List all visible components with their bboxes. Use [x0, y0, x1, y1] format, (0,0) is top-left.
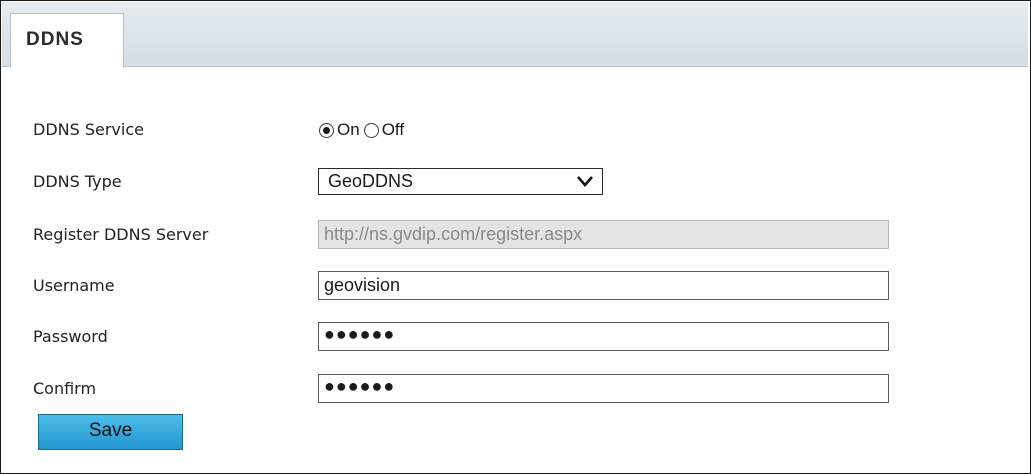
username-row: Username geovision [1, 271, 1030, 301]
ddns-settings-panel: DDNS DDNS Service On Off DDNS Type GeoDD… [0, 0, 1031, 474]
confirm-row: Confirm ●●●●●● [1, 374, 1030, 404]
ddns-service-off-label: Off [381, 120, 405, 139]
tab-bar: DDNS [2, 2, 1028, 68]
username-field[interactable]: geovision [318, 271, 889, 300]
radio-unchecked-icon[interactable] [363, 122, 379, 138]
save-button[interactable]: Save [38, 414, 183, 450]
radio-checked-icon[interactable] [319, 122, 334, 138]
chevron-down-icon[interactable] [576, 174, 594, 188]
ddns-service-off-option[interactable]: Off [363, 120, 405, 140]
tab-ddns[interactable]: DDNS [10, 13, 124, 68]
confirm-field[interactable]: ●●●●●● [318, 374, 889, 403]
ddns-service-label: DDNS Service [33, 120, 144, 139]
password-row: Password ●●●●●● [1, 322, 1030, 352]
username-label: Username [33, 276, 115, 295]
ddns-service-on-label: On [337, 120, 360, 139]
tab-ddns-label: DDNS [26, 29, 84, 50]
ddns-service-radio-group: On Off [319, 115, 404, 145]
register-server-row: Register DDNS Server http://ns.gvdip.com… [1, 220, 1030, 250]
confirm-label: Confirm [33, 379, 97, 398]
register-server-field: http://ns.gvdip.com/register.aspx [318, 220, 889, 249]
ddns-type-value: GeoDDNS [328, 171, 414, 191]
ddns-service-row: DDNS Service On Off [1, 115, 1030, 145]
password-label: Password [33, 327, 108, 346]
ddns-type-row: DDNS Type GeoDDNS [1, 167, 1030, 197]
ddns-type-label: DDNS Type [33, 172, 122, 191]
register-server-label: Register DDNS Server [33, 225, 209, 244]
ddns-service-on-option[interactable]: On [319, 120, 360, 140]
ddns-type-select[interactable]: GeoDDNS [318, 168, 603, 195]
password-field[interactable]: ●●●●●● [318, 322, 889, 351]
